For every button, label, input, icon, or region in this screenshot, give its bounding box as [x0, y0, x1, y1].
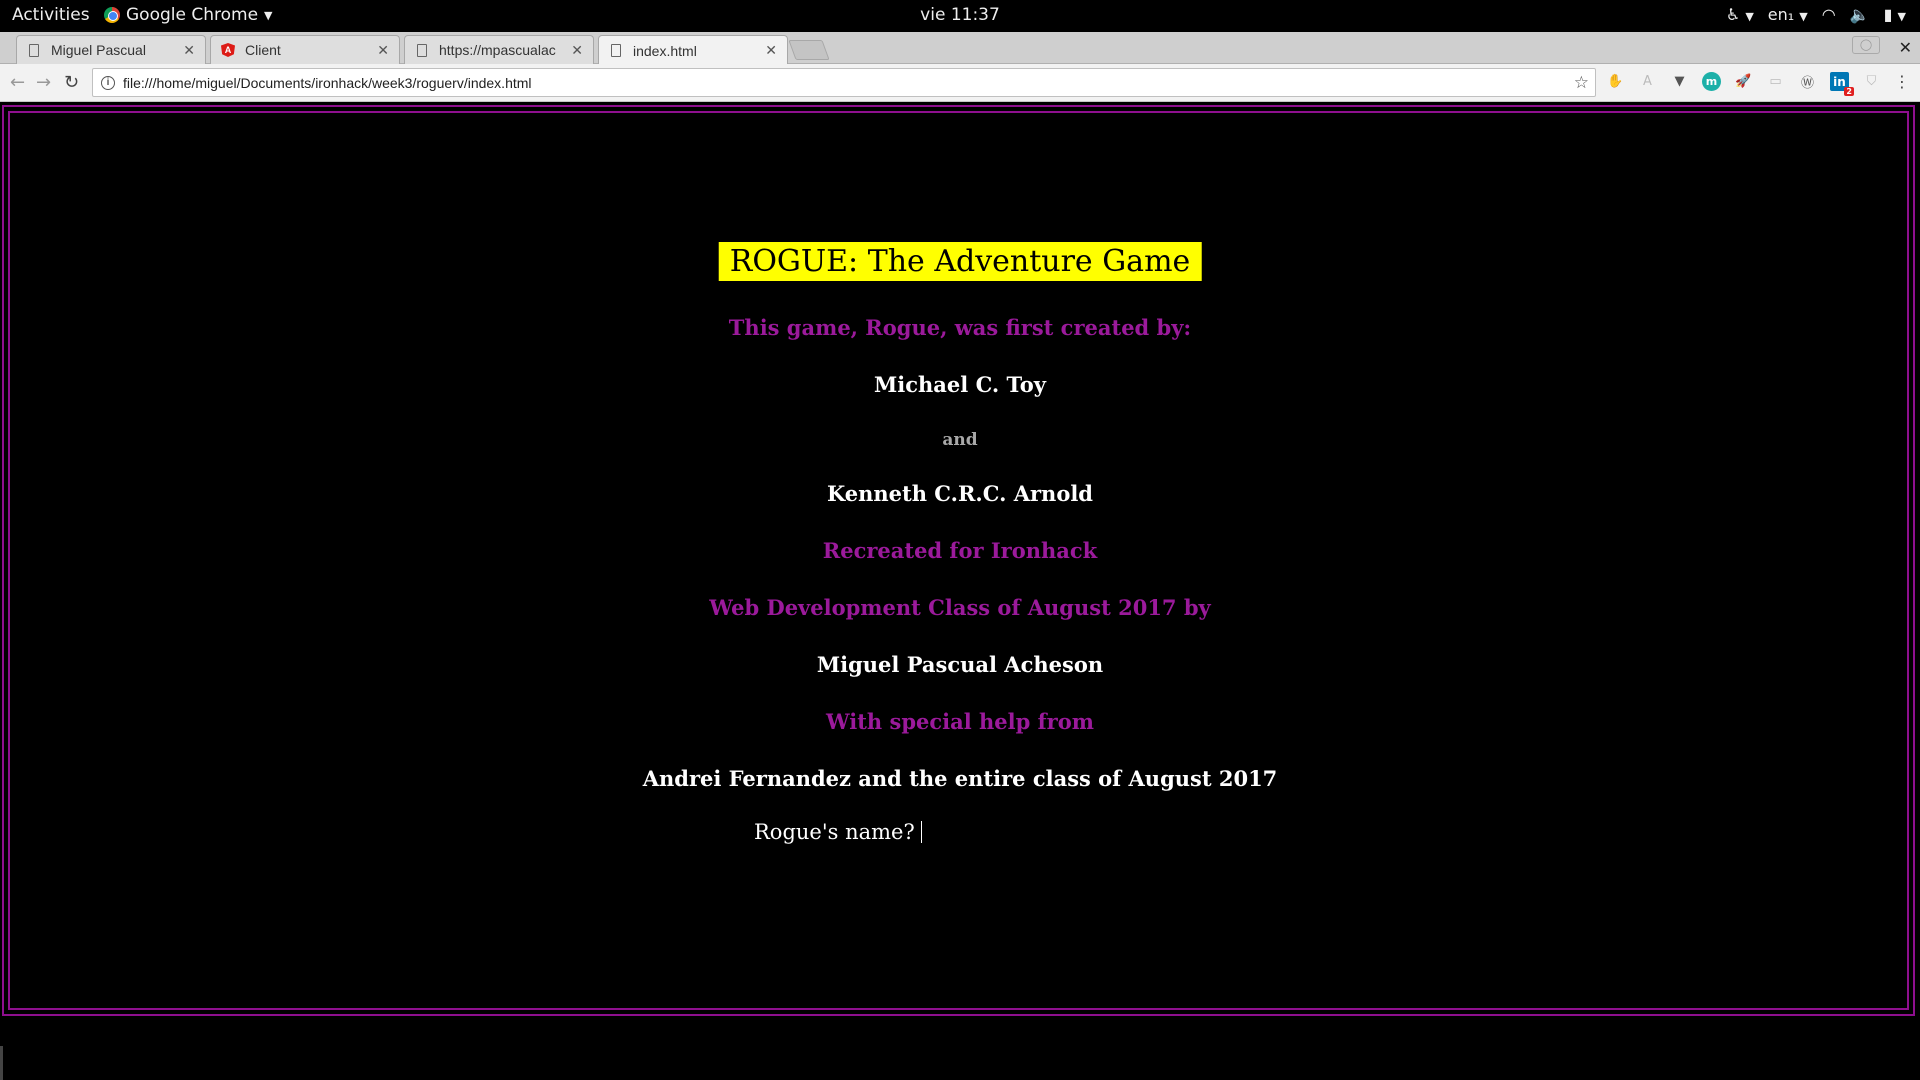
extension-a-icon[interactable]: A [1638, 72, 1657, 91]
special-help-line: With special help from [826, 709, 1094, 734]
tab-miguel-pascual[interactable]: Miguel Pascual ✕ [16, 35, 206, 64]
close-icon[interactable]: ✕ [765, 42, 777, 59]
tab-index-html[interactable]: index.html ✕ [598, 35, 788, 65]
tab-mpascualac[interactable]: https://mpascualac ✕ [404, 35, 594, 64]
close-icon[interactable]: ✕ [183, 42, 195, 59]
activities-button[interactable]: Activities [12, 5, 90, 25]
system-tray: ♿ ▼ en₁ ▼ ◠ 🔈 ▮ ▼ [1726, 5, 1906, 24]
profile-icon[interactable]: ◯ [1852, 36, 1880, 54]
angular-icon: A [221, 43, 235, 57]
accessibility-icon[interactable]: ♿ ▼ [1726, 5, 1754, 24]
created-by-line: This game, Rogue, was first created by: [728, 315, 1192, 340]
chrome-icon [104, 7, 120, 23]
author-1: Michael C. Toy [874, 372, 1046, 397]
name-prompt-label: Rogue's name? [754, 820, 915, 844]
system-top-bar: Activities Google Chrome ▼ vie 11:37 ♿ ▼… [0, 0, 1920, 32]
info-icon[interactable]: i [101, 75, 115, 90]
back-arrow-icon[interactable]: ← [10, 72, 25, 93]
scroll-edge [0, 1046, 3, 1080]
app-menu-label: Google Chrome [126, 5, 259, 25]
extensions-row: ✋ A ▼ m 🚀 ▭ Ⓦ in 2 ⛉ [1606, 72, 1881, 96]
extension-hand-icon[interactable]: ✋ [1606, 72, 1625, 91]
clock[interactable]: vie 11:37 [920, 5, 1000, 25]
app-menu[interactable]: Google Chrome ▼ [104, 5, 273, 25]
and-text: and [942, 430, 978, 450]
recreated-line: Recreated for Ironhack [822, 538, 1098, 563]
helpers-line: Andrei Fernandez and the entire class of… [642, 766, 1278, 791]
bookmark-star-icon[interactable]: ☆ [1574, 73, 1589, 93]
extension-rocket-icon[interactable]: 🚀 [1734, 72, 1753, 91]
document-icon [27, 43, 41, 57]
forward-arrow-icon[interactable]: → [36, 72, 51, 93]
tab-title: index.html [633, 42, 697, 59]
extension-shield-icon[interactable]: ⛉ [1862, 72, 1881, 91]
author-2: Kenneth C.R.C. Arnold [826, 481, 1093, 506]
document-icon [415, 43, 429, 57]
document-icon [609, 44, 623, 58]
extension-v-icon[interactable]: ▼ [1670, 72, 1689, 91]
tab-strip: Miguel Pascual ✕ A Client ✕ https://mpas… [0, 32, 1920, 65]
battery-icon[interactable]: ▮ ▼ [1884, 5, 1906, 24]
menu-dots-icon[interactable]: ⋮ [1894, 72, 1910, 91]
tab-title: https://mpascualac [439, 42, 556, 58]
text-cursor [920, 821, 922, 843]
tab-title: Miguel Pascual [51, 42, 146, 58]
chevron-down-icon: ▼ [264, 8, 273, 22]
clock-wrapper: vie 11:37 [0, 5, 1920, 25]
class-line: Web Development Class of August 2017 by [709, 595, 1211, 620]
window-close-icon[interactable]: ✕ [1899, 38, 1912, 57]
close-icon[interactable]: ✕ [571, 42, 583, 59]
tab-title: Client [245, 42, 281, 58]
reload-icon[interactable]: ↻ [64, 72, 79, 93]
extension-screen-icon[interactable]: ▭ [1766, 72, 1785, 91]
extension-w-icon[interactable]: Ⓦ [1798, 72, 1817, 91]
close-icon[interactable]: ✕ [377, 42, 389, 59]
game-title: ROGUE: The Adventure Game [718, 242, 1202, 281]
name-prompt[interactable]: Rogue's name? [754, 820, 922, 844]
bottom-strip [0, 1018, 1920, 1080]
extension-m-icon[interactable]: m [1702, 72, 1721, 91]
new-tab-button[interactable] [788, 40, 830, 60]
keyboard-layout[interactable]: en₁ ▼ [1768, 5, 1808, 24]
wifi-icon[interactable]: ◠ [1822, 5, 1836, 24]
recreator-name: Miguel Pascual Acheson [816, 652, 1104, 677]
keyboard-layout-label: en₁ [1767, 5, 1795, 24]
tab-client[interactable]: A Client ✕ [210, 35, 400, 64]
address-bar-url[interactable]: file:///home/miguel/Documents/ironhack/w… [123, 75, 1574, 91]
extension-linkedin-icon[interactable]: in 2 [1830, 72, 1854, 96]
page-viewport: ROGUE: The Adventure Game This game, Rog… [0, 103, 1920, 1018]
address-bar[interactable]: i file:///home/miguel/Documents/ironhack… [92, 68, 1596, 97]
browser-toolbar: ← → ↻ i file:///home/miguel/Documents/ir… [0, 64, 1920, 102]
volume-icon[interactable]: 🔈 [1850, 5, 1870, 24]
